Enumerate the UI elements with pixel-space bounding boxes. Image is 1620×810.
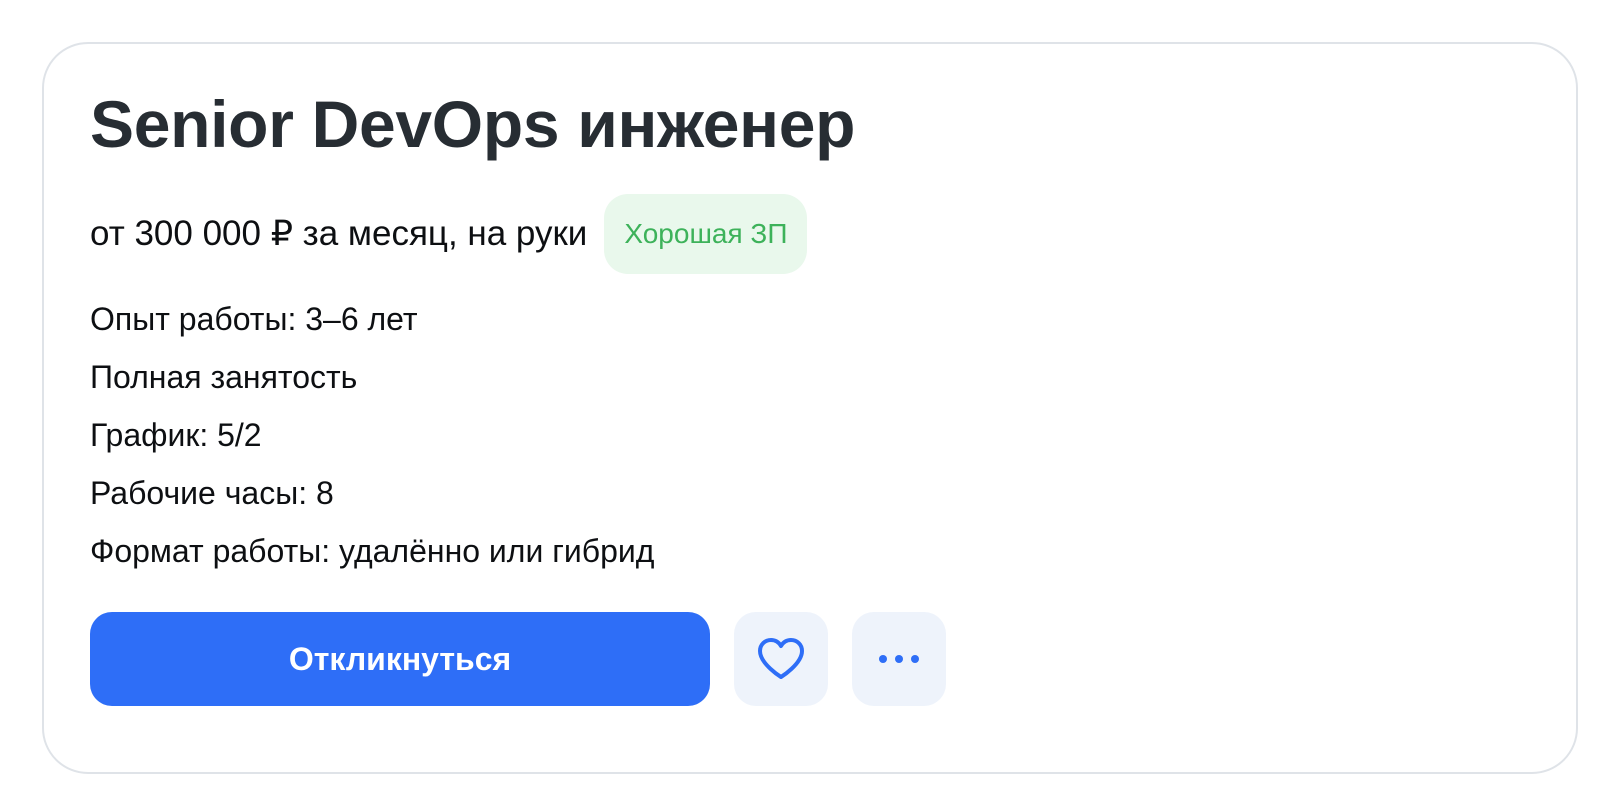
- detail-schedule: График: 5/2: [90, 417, 262, 453]
- more-horizontal-icon: [879, 655, 919, 663]
- more-options-button[interactable]: [852, 612, 946, 706]
- vacancy-actions: Откликнуться: [90, 612, 946, 706]
- vacancy-title[interactable]: Senior DevOps инженер: [90, 84, 855, 164]
- vacancy-details-list: Опыт работы: 3–6 лет Полная занятость Гр…: [90, 290, 654, 580]
- detail-working-hours: Рабочие часы: 8: [90, 475, 334, 511]
- heart-icon: [758, 638, 804, 679]
- favorite-button[interactable]: [734, 612, 828, 706]
- vacancy-card: Senior DevOps инженер от 300 000 ₽ за ме…: [42, 42, 1578, 774]
- apply-button[interactable]: Откликнуться: [90, 612, 710, 706]
- detail-employment: Полная занятость: [90, 359, 358, 395]
- salary-text: от 300 000 ₽ за месяц, на руки: [90, 214, 588, 253]
- detail-experience: Опыт работы: 3–6 лет: [90, 301, 418, 337]
- detail-work-format: Формат работы: удалённо или гибрид: [90, 533, 655, 569]
- salary-row: от 300 000 ₽ за месяц, на руки Хорошая З…: [90, 194, 808, 274]
- good-salary-badge: Хорошая ЗП: [604, 194, 808, 274]
